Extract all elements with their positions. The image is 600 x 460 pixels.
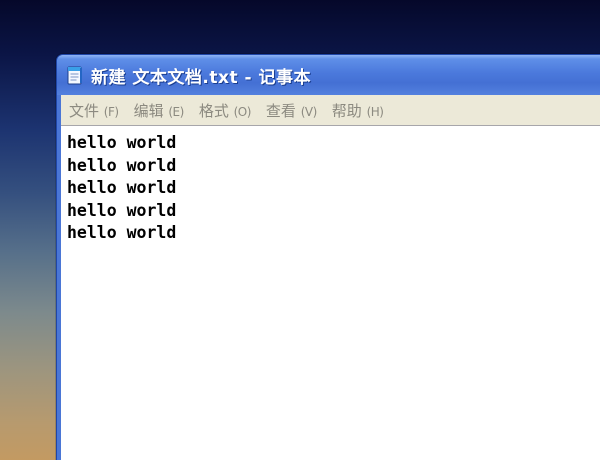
menu-edit-accel: (E): [168, 104, 184, 119]
menu-edit[interactable]: 编辑 (E): [133, 100, 185, 121]
text-line: hello world: [67, 178, 177, 197]
text-line: hello world: [67, 200, 177, 220]
notepad-icon[interactable]: [67, 65, 83, 85]
text-line: hello world: [67, 155, 177, 175]
menu-file-label: 文件: [69, 101, 100, 120]
text-editor-area[interactable]: hello world hello world hello world hell…: [61, 125, 600, 460]
menu-help-label: 帮助: [331, 101, 362, 120]
text-line: hello world: [67, 223, 177, 242]
menu-format[interactable]: 格式 (O): [198, 100, 252, 121]
text-line: hello world: [67, 133, 177, 152]
menu-help[interactable]: 帮助 (H): [332, 100, 384, 121]
menu-format-label: 格式: [198, 101, 229, 120]
menu-view-label: 查看: [265, 101, 296, 120]
menu-help-accel: (H): [366, 104, 384, 119]
menu-view[interactable]: 查看 (V): [266, 100, 317, 121]
menu-edit-label: 编辑: [133, 101, 164, 120]
menu-format-accel: (O): [233, 104, 252, 119]
menu-file-accel: (F): [103, 104, 119, 119]
menu-file[interactable]: 文件 (F): [69, 100, 119, 121]
menu-view-accel: (V): [300, 104, 318, 119]
notepad-window: 新建 文本文档.txt - 记事本 文件 (F) 编辑 (E) 格式 (O) 查…: [56, 54, 600, 460]
title-bar[interactable]: 新建 文本文档.txt - 记事本: [57, 55, 600, 95]
window-title: 新建 文本文档.txt - 记事本: [91, 67, 311, 88]
menu-bar: 文件 (F) 编辑 (E) 格式 (O) 查看 (V) 帮助 (H): [61, 95, 600, 125]
